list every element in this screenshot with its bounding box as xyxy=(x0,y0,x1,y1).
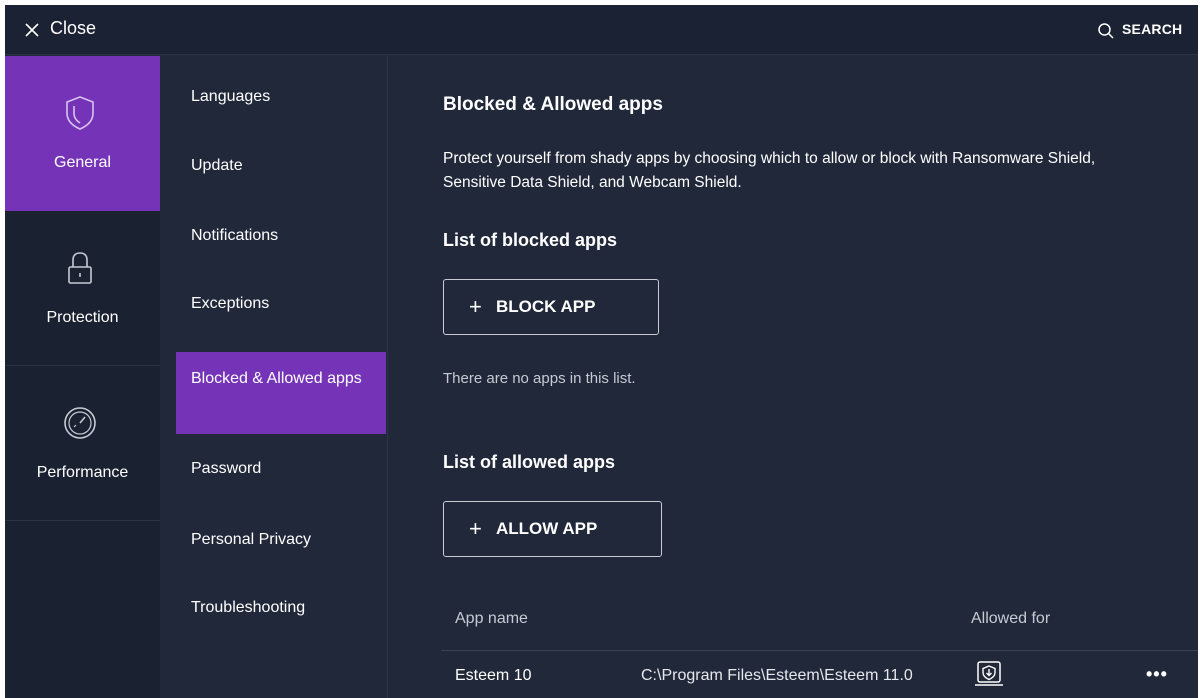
column-header-app-name: App name xyxy=(455,610,528,627)
column-header-allowed-for: Allowed for xyxy=(971,610,1051,627)
plus-icon: + xyxy=(469,294,482,319)
blocked-apps-heading: List of blocked apps xyxy=(443,230,618,250)
app-path-cell: C:\Program Files\Esteem\Esteem 11.0 xyxy=(641,667,913,684)
page-description: Protect yourself from shady apps by choo… xyxy=(443,150,1096,191)
subnav-label: Password xyxy=(191,460,262,477)
allowed-apps-table-header: App name Allowed for xyxy=(441,601,1198,651)
subnav-label: Languages xyxy=(191,88,271,105)
subnav-label: Exceptions xyxy=(191,295,270,312)
settings-window: Close SEARCH General Protection Performa… xyxy=(5,5,1198,698)
subnav-item-blocked-allowed-apps[interactable]: Blocked & Allowed apps xyxy=(176,352,386,434)
subnav-item-exceptions[interactable]: Exceptions xyxy=(176,291,386,331)
allow-app-label: ALLOW APP xyxy=(496,519,598,538)
close-button[interactable]: Close xyxy=(5,5,155,55)
close-label: Close xyxy=(50,18,97,38)
category-label: General xyxy=(54,154,111,171)
speedometer-icon xyxy=(64,407,96,439)
settings-subnav: Languages Update Notifications Exception… xyxy=(160,56,388,698)
lock-icon xyxy=(68,252,92,284)
subnav-label: Personal Privacy xyxy=(191,531,312,548)
subnav-item-troubleshooting[interactable]: Troubleshooting xyxy=(176,595,386,635)
block-app-label: BLOCK APP xyxy=(496,297,596,316)
subnav-item-languages[interactable]: Languages xyxy=(176,84,386,124)
app-name-cell: Esteem 10 xyxy=(455,667,532,684)
category-protection[interactable]: Protection xyxy=(5,211,160,366)
block-app-button[interactable]: + BLOCK APP xyxy=(443,279,659,335)
search-icon xyxy=(1098,23,1114,39)
blocked-empty-message: There are no apps in this list. xyxy=(443,370,636,387)
category-label: Protection xyxy=(46,309,119,326)
subnav-label: Notifications xyxy=(191,227,279,244)
top-bar: Close SEARCH xyxy=(5,5,1198,55)
main-panel: Blocked & Allowed apps Protect yourself … xyxy=(389,56,1198,698)
close-icon xyxy=(25,23,39,37)
subnav-item-notifications[interactable]: Notifications xyxy=(176,223,386,263)
allowed-apps-heading: List of allowed apps xyxy=(443,452,616,472)
category-performance[interactable]: Performance xyxy=(5,366,160,521)
plus-icon: + xyxy=(469,516,482,541)
page-title: Blocked & Allowed apps xyxy=(443,94,663,115)
category-general[interactable]: General xyxy=(5,56,160,211)
category-label: Performance xyxy=(36,464,129,481)
more-options-button[interactable]: ••• xyxy=(1146,664,1168,685)
subnav-item-update[interactable]: Update xyxy=(176,153,386,193)
subnav-item-personal-privacy[interactable]: Personal Privacy xyxy=(176,527,386,567)
search-label: SEARCH xyxy=(1122,21,1183,37)
table-row[interactable]: Esteem 10 C:\Program Files\Esteem\Esteem… xyxy=(441,652,1198,698)
subnav-label: Blocked & Allowed apps xyxy=(191,370,362,387)
allow-app-button[interactable]: + ALLOW APP xyxy=(443,501,662,557)
subnav-label: Update xyxy=(191,157,243,174)
subnav-label: Troubleshooting xyxy=(191,599,306,616)
shield-icon xyxy=(66,96,94,130)
subnav-item-password[interactable]: Password xyxy=(176,456,386,496)
ransomware-shield-icon xyxy=(975,661,1003,686)
category-sidebar: General Protection Performance xyxy=(5,56,160,698)
search-button[interactable]: SEARCH xyxy=(1066,5,1186,55)
